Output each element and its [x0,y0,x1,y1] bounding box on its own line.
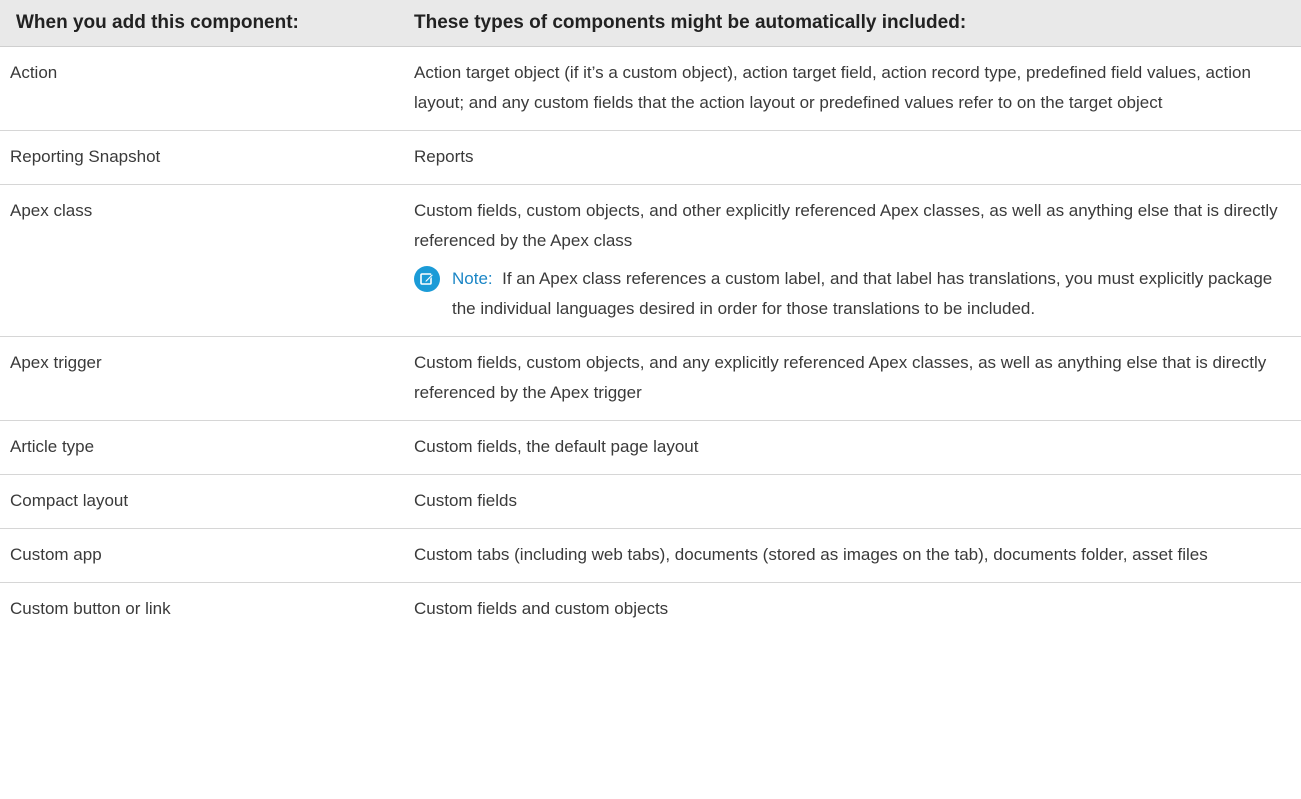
table-row: Article type Custom fields, the default … [0,420,1301,475]
header-included: These types of components might be autom… [400,0,1301,47]
cell-included: Custom fields and custom objects [414,599,669,618]
header-row: When you add this component: These types… [0,0,1301,47]
cell-component: Custom app [0,528,400,583]
cell-component: Apex class [0,184,400,337]
table-row: Reporting Snapshot Reports [0,130,1301,185]
components-table: When you add this component: These types… [0,0,1301,636]
cell-component: Compact layout [0,474,400,529]
note-callout: Note: If an Apex class references a cust… [414,264,1283,324]
cell-component: Reporting Snapshot [0,130,400,185]
table-row: Apex trigger Custom fields, custom objec… [0,336,1301,421]
cell-component: Apex trigger [0,336,400,421]
note-label: Note: [452,269,493,288]
table-header: When you add this component: These types… [0,0,1301,47]
cell-included: Custom fields, the default page layout [400,420,1301,475]
table-body: Action Action target object (if it’s a c… [0,46,1301,637]
cell-included-with-note: Custom fields, custom objects, and other… [400,184,1301,337]
note-body: Note: If an Apex class references a cust… [452,264,1283,324]
table-row: Apex class Custom fields, custom objects… [0,184,1301,337]
cell-included: Custom tabs (including web tabs), docume… [400,528,1301,583]
cell-component: Action [0,46,400,131]
table-row: Custom app Custom tabs (including web ta… [0,528,1301,583]
edit-note-icon [414,266,440,292]
cell-component: Article type [0,420,400,475]
cell-included: Custom fields [400,474,1301,529]
table-row: Action Action target object (if it’s a c… [0,46,1301,131]
cell-included: Reports [400,130,1301,185]
cell-component: Custom button or link [10,599,171,618]
note-text: If an Apex class references a custom lab… [452,269,1273,318]
cell-included: Action target object (if it’s a custom o… [400,46,1301,131]
table-row: Compact layout Custom fields [0,474,1301,529]
table-row: Custom button or link Custom fields and … [0,583,1301,637]
cell-included: Custom fields, custom objects, and any e… [400,336,1301,421]
cell-included-text: Custom fields, custom objects, and other… [414,201,1278,250]
header-component: When you add this component: [0,0,400,47]
